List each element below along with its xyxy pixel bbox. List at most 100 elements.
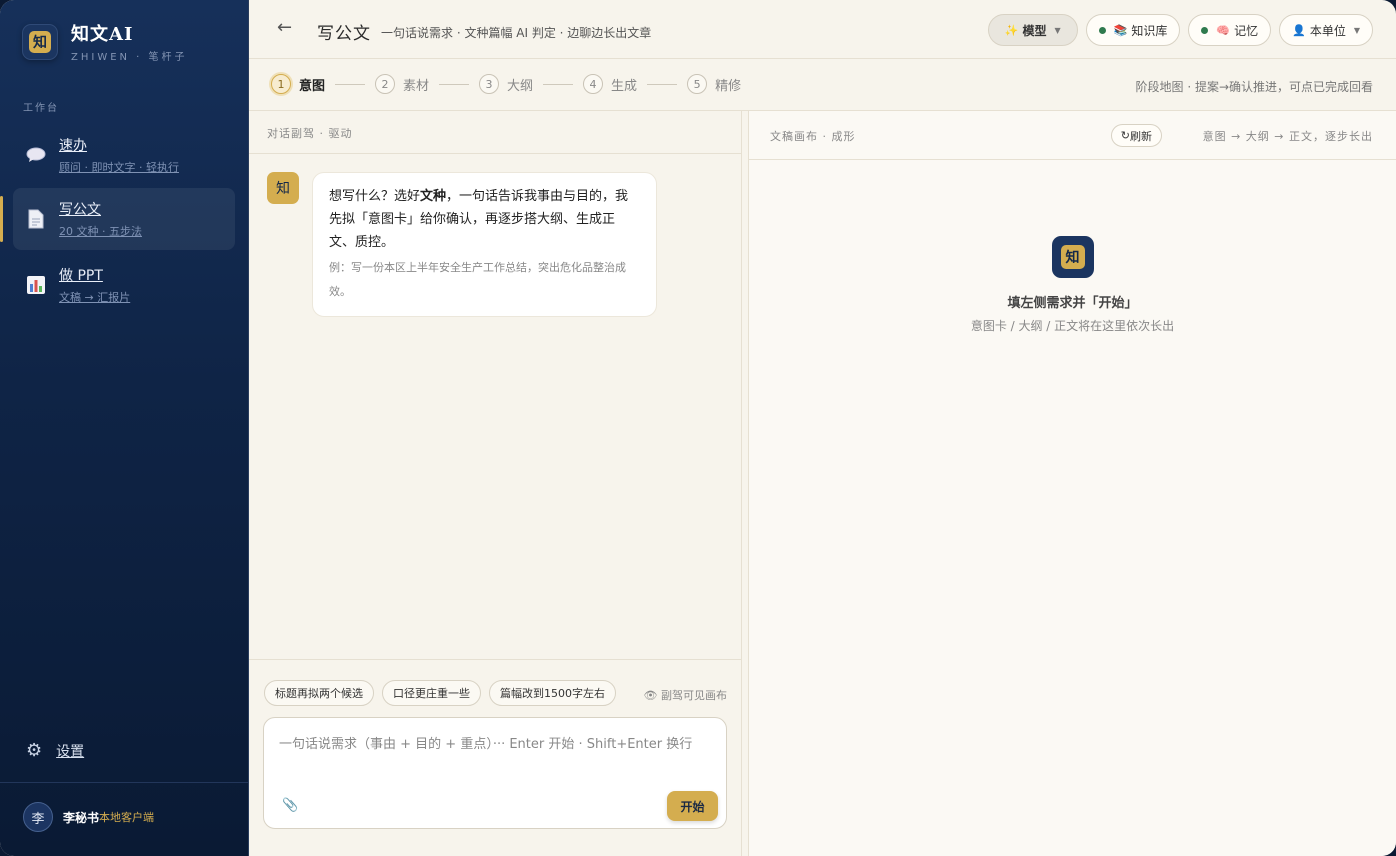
document-canvas: 文稿画布 · 成形 ↻ 刷新 意图 → 大纲 → 正文，逐步长出 知 填左侧需求… xyxy=(748,111,1396,856)
top-actions: ✨ 模型 ▼ 📚 知识库 🧠 记忆 👤 本单位 ▼ xyxy=(987,14,1373,46)
sidebar-item-ppt[interactable]: 做 PPT 文稿 → 汇报片 xyxy=(13,254,235,316)
suggestion-chip[interactable]: 标题再拟两个候选 xyxy=(264,680,374,706)
sidebar-item-sub: 文稿 → 汇报片 xyxy=(59,291,131,304)
step-label: 意图 xyxy=(299,78,326,94)
sidebar-item-write[interactable]: 写公文 20 文种 · 五步法 xyxy=(0,188,235,250)
step-label: 精修 xyxy=(715,78,742,94)
brand-name: 知文AI xyxy=(71,24,134,45)
user-profile[interactable]: 李 李秘书 本地客户端 xyxy=(23,802,154,832)
chat-pane: 对话副驾 · 驱动 知 想写什么？选好文种，一句话告诉我事由与目的，我先拟「意图… xyxy=(249,111,742,856)
step-number: 4 xyxy=(583,74,604,94)
document-icon xyxy=(25,208,47,230)
active-indicator xyxy=(0,196,3,242)
memory-button[interactable]: 🧠 记忆 xyxy=(1188,14,1272,46)
suggestion-chip[interactable]: 篇幅改到1500字左右 xyxy=(489,680,616,706)
message-composer[interactable]: 一句话说需求（事由 + 目的 + 重点）··· Enter 开始 · Shift… xyxy=(263,717,727,829)
canvas-flow: 意图 → 大纲 → 正文，逐步长出 xyxy=(1202,130,1373,143)
step-number: 3 xyxy=(479,74,500,94)
assistant-avatar: 知 xyxy=(267,172,299,204)
settings-button[interactable]: ⚙ 设置 xyxy=(26,740,84,761)
settings-label: 设置 xyxy=(56,743,85,760)
eye-icon: 👁 xyxy=(643,689,658,702)
sidebar-item-sub: 20 文种 · 五步法 xyxy=(59,225,142,238)
sidebar: 知 知文AI ZHIWEN · 笔杆子 工作台 速办 顾问 · 即时文字 · 轻… xyxy=(0,0,249,856)
bar-chart-icon xyxy=(25,274,47,296)
logo-glyph: 知 xyxy=(1060,245,1085,269)
brand: 知 知文AI ZHIWEN · 笔杆子 xyxy=(22,20,188,63)
step-connector xyxy=(439,83,470,85)
status-dot xyxy=(1201,26,1209,34)
composer-input[interactable]: 一句话说需求（事由 + 目的 + 重点）··· Enter 开始 · Shift… xyxy=(279,733,692,752)
books-icon: 📚 xyxy=(1113,23,1128,37)
sidebar-divider xyxy=(0,782,248,783)
avatar: 李 xyxy=(23,802,53,832)
sidebar-item-label: 速办 xyxy=(59,138,87,154)
user-icon: 👤 xyxy=(1292,23,1306,37)
suggestion-chip[interactable]: 口径更庄重一些 xyxy=(382,680,481,706)
sparkle-icon: ✨ xyxy=(1004,23,1019,37)
canvas-header: 文稿画布 · 成形 ↻ 刷新 意图 → 大纲 → 正文，逐步长出 xyxy=(749,111,1396,160)
model-selector[interactable]: ✨ 模型 ▼ xyxy=(987,14,1078,46)
empty-title: 填左侧需求并「开始」 xyxy=(1007,296,1138,311)
refresh-icon: ↻ xyxy=(1120,129,1130,142)
steps-hint: 阶段地图 · 提案→确认推进，可点已完成回看 xyxy=(1135,80,1374,94)
unit-label: 本单位 xyxy=(1309,23,1346,38)
page-subtitle: 一句话说需求 · 文种篇幅 AI 判定 · 边聊边长出文章 xyxy=(381,26,652,40)
user-tag: 本地客户端 xyxy=(99,811,155,824)
start-button[interactable]: 开始 xyxy=(667,791,718,821)
sidebar-item-label: 做 PPT xyxy=(59,268,103,284)
sidebar-item-quick[interactable]: 速办 顾问 · 即时文字 · 轻执行 xyxy=(13,124,235,186)
step-outline[interactable]: 3 大纲 xyxy=(479,74,533,94)
chevron-down-icon: ▼ xyxy=(1353,25,1360,35)
refresh-button[interactable]: ↻ 刷新 xyxy=(1110,124,1162,147)
sidebar-item-sub: 顾问 · 即时文字 · 轻执行 xyxy=(59,161,179,174)
page-title: 写公文 xyxy=(317,24,371,44)
unit-selector[interactable]: 👤 本单位 ▼ xyxy=(1279,14,1373,46)
paperclip-icon[interactable]: 📎 xyxy=(282,798,298,813)
canvas-visible-note: 👁 副驾可见画布 xyxy=(644,687,727,703)
message-text: 想写什么？选好 xyxy=(329,189,421,204)
message-bubble: 想写什么？选好文种，一句话告诉我事由与目的，我先拟「意图卡」给你确认，再逐步搭大… xyxy=(312,172,657,317)
kb-label: 知识库 xyxy=(1131,23,1168,38)
back-arrow-icon[interactable]: ← xyxy=(277,17,292,38)
step-label: 生成 xyxy=(611,78,638,94)
refresh-label: 刷新 xyxy=(1130,129,1152,143)
step-connector xyxy=(335,83,366,85)
sidebar-item-label: 写公文 xyxy=(59,202,101,218)
knowledge-base-button[interactable]: 📚 知识库 xyxy=(1085,14,1181,46)
app-window: 知 知文AI ZHIWEN · 笔杆子 工作台 速办 顾问 · 即时文字 · 轻… xyxy=(0,0,1396,856)
step-label: 素材 xyxy=(403,78,430,94)
gear-icon: ⚙ xyxy=(26,740,43,761)
visible-note-label: 副驾可见画布 xyxy=(661,689,727,702)
main-area: ← 写公文 一句话说需求 · 文种篇幅 AI 判定 · 边聊边长出文章 ✨ 模型… xyxy=(249,0,1396,856)
message-example: 例：写一份本区上半年安全生产工作总结，突出危化品整治成效。 xyxy=(329,261,626,298)
step-generate[interactable]: 4 生成 xyxy=(583,74,637,94)
status-dot xyxy=(1098,26,1106,34)
step-label: 大纲 xyxy=(507,78,534,94)
topbar: ← 写公文 一句话说需求 · 文种篇幅 AI 判定 · 边聊边长出文章 ✨ 模型… xyxy=(249,0,1396,59)
step-number: 1 xyxy=(271,74,291,94)
steps-bar: 1 意图 2 素材 3 大纲 4 生成 5 精修 阶段地图 · 提案→确认推进，… xyxy=(249,59,1396,111)
step-connector xyxy=(543,83,574,85)
chevron-down-icon: ▼ xyxy=(1054,25,1061,35)
suggestion-chips: 标题再拟两个候选 口径更庄重一些 篇幅改到1500字左右 xyxy=(264,680,616,706)
step-material[interactable]: 2 素材 xyxy=(375,74,429,94)
step-connector xyxy=(647,83,678,85)
logo-glyph: 知 xyxy=(29,30,51,53)
message-bold: 文种 xyxy=(420,189,447,204)
step-refine[interactable]: 5 精修 xyxy=(687,74,741,94)
chat-header: 对话副驾 · 驱动 xyxy=(249,111,741,154)
canvas-title: 文稿画布 · 成形 xyxy=(770,130,856,143)
step-number: 2 xyxy=(375,74,396,94)
brand-logo-icon: 知 xyxy=(1051,236,1094,278)
model-label: 模型 xyxy=(1022,23,1047,38)
sidebar-section-label: 工作台 xyxy=(23,103,59,114)
brand-logo-icon: 知 xyxy=(22,23,58,60)
chat-footer: 标题再拟两个候选 口径更庄重一些 篇幅改到1500字左右 👁 副驾可见画布 一句… xyxy=(249,659,741,856)
step-number: 5 xyxy=(687,74,708,94)
assistant-message: 知 想写什么？选好文种，一句话告诉我事由与目的，我先拟「意图卡」给你确认，再逐步… xyxy=(267,172,657,317)
step-map: 1 意图 2 素材 3 大纲 4 生成 5 精修 xyxy=(271,74,741,94)
memory-label: 记忆 xyxy=(1234,23,1259,38)
step-intent[interactable]: 1 意图 xyxy=(271,74,325,94)
empty-state: 知 填左侧需求并「开始」 意图卡 / 大纲 / 正文将在这里依次长出 xyxy=(749,236,1396,334)
